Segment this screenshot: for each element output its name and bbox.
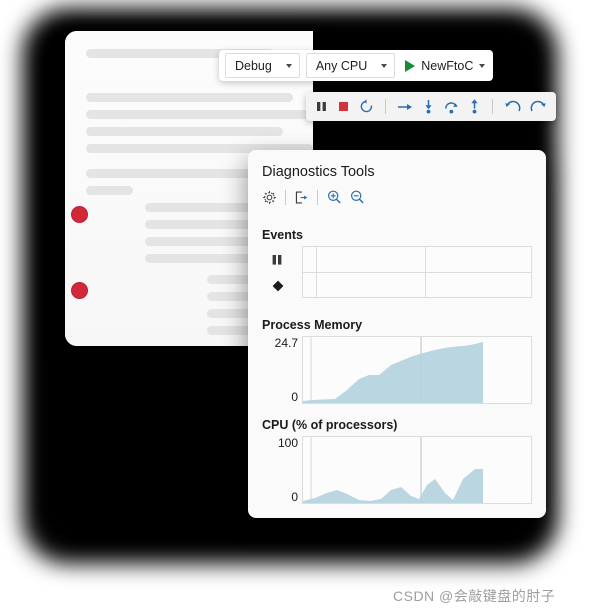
memory-axis-min: 0 [291, 390, 298, 404]
process-memory-graph[interactable] [302, 336, 532, 404]
build-configuration-toolbar: Debug Any CPU NewFtoC [219, 50, 494, 81]
startup-project-label: NewFtoC [421, 58, 474, 73]
step-into-button[interactable] [422, 99, 435, 114]
export-arrow-icon[interactable] [294, 190, 309, 205]
diagnostics-tools-panel: Diagnostics Tools Events Process Memory … [248, 150, 546, 518]
toolbar-divider [317, 189, 318, 205]
toolbar-divider [492, 99, 493, 114]
memory-area-chart [303, 337, 483, 403]
gear-icon[interactable] [262, 190, 277, 205]
events-section: Events [262, 228, 534, 298]
screenshot-root: Debug Any CPU NewFtoC Diagnostics Tools … [0, 0, 610, 616]
breakpoint-marker[interactable] [71, 282, 88, 299]
step-out-button[interactable] [468, 99, 481, 114]
cpu-axis-max: 100 [277, 436, 298, 450]
cpu-graph[interactable] [302, 436, 532, 504]
stop-debugging-button[interactable] [337, 100, 350, 113]
diagnostics-toolbar [248, 180, 546, 205]
start-debugging-button[interactable]: NewFtoC [395, 54, 493, 77]
restart-button[interactable] [359, 99, 374, 114]
table-row-divider [303, 272, 531, 273]
events-table[interactable] [302, 246, 532, 298]
redo-button[interactable] [530, 100, 547, 113]
code-line [86, 186, 133, 195]
events-row-marker [272, 276, 292, 296]
undo-button[interactable] [504, 100, 521, 113]
chevron-down-icon [479, 63, 486, 68]
debug-step-toolbar [306, 92, 556, 121]
cpu-axis-min: 0 [291, 490, 298, 504]
magnifier-plus-icon[interactable] [326, 189, 342, 205]
pause-icon [272, 255, 282, 265]
step-over-button[interactable] [444, 99, 459, 114]
platform-label: Any CPU [315, 58, 368, 73]
memory-axis-max: 24.7 [274, 336, 298, 350]
configuration-label: Debug [235, 58, 272, 73]
show-next-statement-button[interactable] [397, 100, 413, 114]
diamond-icon [272, 280, 284, 292]
cpu-title: CPU (% of processors) [262, 418, 398, 432]
process-memory-title: Process Memory [262, 318, 363, 332]
diagnostics-title: Diagnostics Tools [262, 164, 375, 180]
code-line [86, 127, 283, 136]
events-title: Events [262, 228, 303, 242]
code-line [86, 110, 313, 119]
magnifier-minus-icon[interactable] [349, 189, 365, 205]
cpu-area-chart [303, 437, 483, 503]
chevron-down-icon [285, 63, 292, 68]
toolbar-divider [385, 99, 386, 114]
configuration-dropdown[interactable]: Debug [225, 53, 300, 78]
events-row-marker [272, 250, 292, 270]
chevron-down-icon [381, 63, 388, 68]
break-all-button[interactable] [315, 100, 328, 113]
process-memory-section: Process Memory 24.7 0 [262, 318, 534, 404]
play-icon [405, 59, 416, 72]
breakpoint-marker[interactable] [71, 206, 88, 223]
platform-dropdown[interactable]: Any CPU [305, 53, 396, 78]
code-line [86, 93, 293, 102]
watermark: CSDN @会敲键盘的肘子 [393, 588, 556, 604]
toolbar-divider [285, 189, 286, 205]
cpu-section: CPU (% of processors) 100 0 [262, 418, 534, 504]
